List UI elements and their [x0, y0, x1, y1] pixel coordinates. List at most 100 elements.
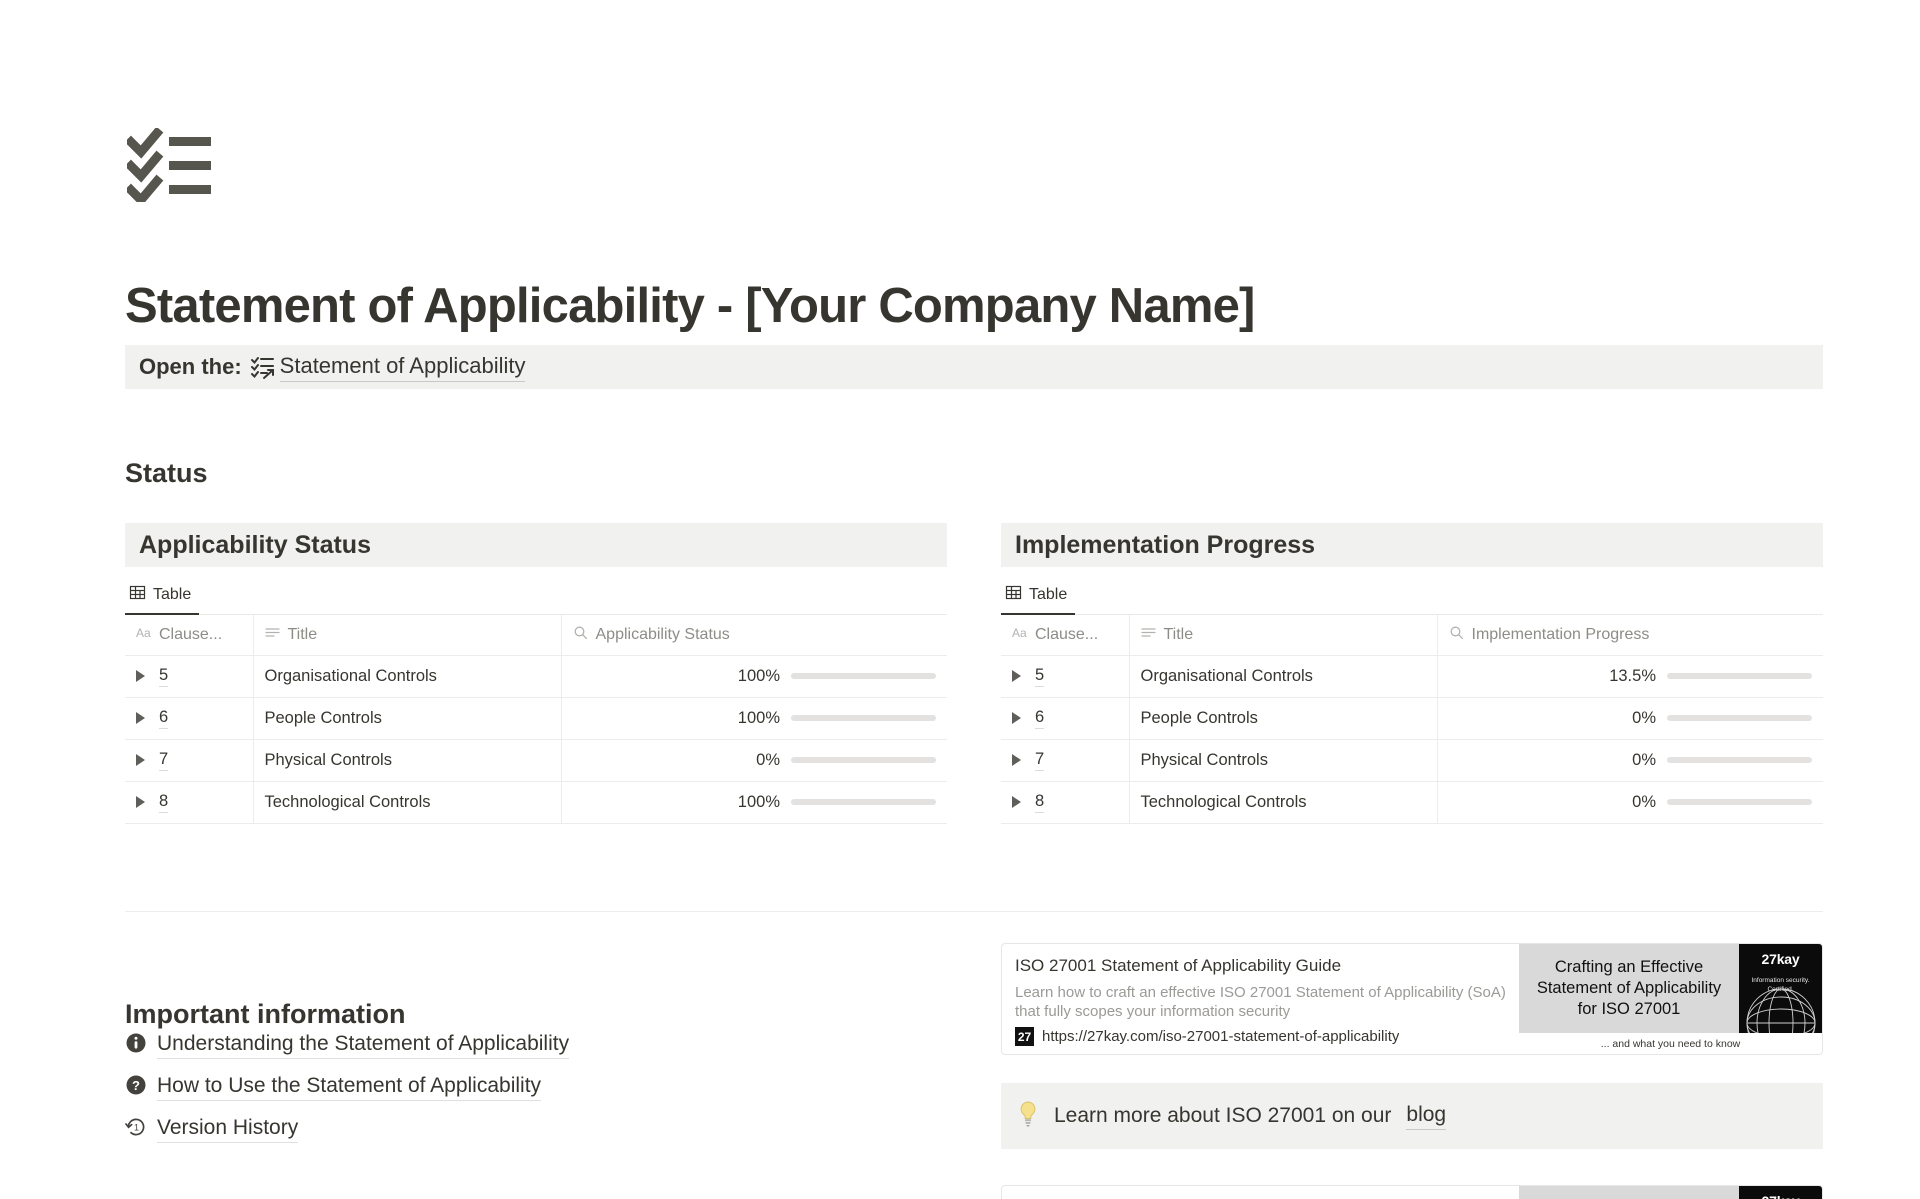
column-header-title[interactable]: Title: [253, 615, 561, 655]
expand-row-icon[interactable]: [1012, 670, 1021, 682]
column-header-clause[interactable]: Aa Clause...: [1001, 615, 1129, 655]
cell-title[interactable]: People Controls: [253, 697, 561, 739]
progress-percent: 100%: [573, 793, 781, 812]
expand-row-icon[interactable]: [136, 796, 145, 808]
soa-link[interactable]: Statement of Applicability: [280, 353, 526, 382]
link-understanding-soa[interactable]: Understanding the Statement of Applicabi…: [125, 1024, 825, 1066]
bookmark-info: ISO 27001 Statement of Applicability Gui…: [1002, 944, 1519, 1054]
cell-title[interactable]: Physical Controls: [1129, 739, 1437, 781]
clause-number[interactable]: 5: [1035, 666, 1044, 687]
database-view-tabs: Table: [125, 577, 947, 615]
expand-row-icon[interactable]: [1012, 754, 1021, 766]
table-icon: [129, 584, 146, 606]
expand-row-icon[interactable]: [1012, 712, 1021, 724]
cell-title[interactable]: Physical Controls: [253, 739, 561, 781]
table-row[interactable]: 6 People Controls 0%: [1001, 697, 1823, 739]
soa-link-icon: [250, 354, 276, 380]
bookmark-thumbnail: ISO 27001 27kay Information security. Ce…: [1519, 1186, 1822, 1199]
tab-table[interactable]: Table: [125, 584, 199, 615]
cell-clause[interactable]: 8: [125, 781, 253, 823]
implementation-progress-table: Aa Clause...: [1001, 615, 1823, 824]
cell-clause[interactable]: 5: [125, 655, 253, 697]
thumbnail-footer: ... and what you need to know: [1519, 1033, 1822, 1054]
column-header-title[interactable]: Title: [1129, 615, 1437, 655]
link-how-to-use-soa[interactable]: ? How to Use the Statement of Applicabil…: [125, 1066, 825, 1108]
clause-number[interactable]: 5: [159, 666, 168, 687]
column-header-clause[interactable]: Aa Clause...: [125, 615, 253, 655]
table-row[interactable]: 5 Organisational Controls 13.5%: [1001, 655, 1823, 697]
svg-text:1: 1: [134, 1122, 139, 1132]
status-heading: Status: [125, 458, 208, 489]
progress-bar: [1667, 799, 1812, 805]
cell-progress[interactable]: 100%: [561, 697, 947, 739]
svg-text:?: ?: [132, 1078, 140, 1093]
cell-progress[interactable]: 0%: [561, 739, 947, 781]
bookmark-thumbnail: Crafting an Effective Statement of Appli…: [1519, 944, 1822, 1054]
favicon-27kay-icon: 27: [1015, 1027, 1034, 1046]
expand-row-icon[interactable]: [136, 754, 145, 766]
table-row[interactable]: 8 Technological Controls 0%: [1001, 781, 1823, 823]
tab-label: Table: [1029, 586, 1067, 604]
table-row[interactable]: 6 People Controls 100%: [125, 697, 947, 739]
column-header-applicability-status[interactable]: Applicability Status: [561, 615, 947, 655]
clause-number[interactable]: 8: [1035, 792, 1044, 813]
cell-progress[interactable]: 100%: [561, 781, 947, 823]
bookmark-title: ISO 27001 Statement of Applicability Gui…: [1015, 955, 1506, 977]
bookmark-url-row: 27 https://27kay.com/iso-27001-statement…: [1015, 1027, 1506, 1046]
expand-row-icon[interactable]: [136, 712, 145, 724]
clause-number[interactable]: 7: [159, 750, 168, 771]
cell-clause[interactable]: 6: [1001, 697, 1129, 739]
thumbnail-brand-panel: 27kay Information security. Certified.: [1739, 944, 1822, 1033]
column-header-implementation-progress[interactable]: Implementation Progress: [1437, 615, 1823, 655]
table-row[interactable]: 5 Organisational Controls 100%: [125, 655, 947, 697]
cell-progress[interactable]: 0%: [1437, 697, 1823, 739]
cell-progress[interactable]: 0%: [1437, 781, 1823, 823]
column-label: Applicability Status: [596, 626, 730, 644]
cell-clause[interactable]: 5: [1001, 655, 1129, 697]
expand-row-icon[interactable]: [1012, 796, 1021, 808]
table-row[interactable]: 8 Technological Controls 100%: [125, 781, 947, 823]
tab-label: Table: [153, 586, 191, 604]
soa-guide-bookmark[interactable]: ISO 27001 Statement of Applicability Gui…: [1001, 943, 1823, 1055]
cell-clause[interactable]: 7: [1001, 739, 1129, 781]
cell-title[interactable]: People Controls: [1129, 697, 1437, 739]
globe-icon: [1741, 983, 1821, 1033]
cell-title[interactable]: Technological Controls: [1129, 781, 1437, 823]
link-label[interactable]: How to Use the Statement of Applicabilit…: [157, 1074, 541, 1101]
progress-bar: [791, 715, 936, 721]
table-row[interactable]: 7 Physical Controls 0%: [1001, 739, 1823, 781]
text-type-icon: Aa: [136, 626, 151, 644]
link-version-history[interactable]: 1 Version History: [125, 1108, 825, 1150]
version-history-icon: 1: [125, 1116, 147, 1143]
clause-number[interactable]: 7: [1035, 750, 1044, 771]
svg-text:Aa: Aa: [1012, 626, 1027, 639]
cell-title[interactable]: Organisational Controls: [1129, 655, 1437, 697]
expand-row-icon[interactable]: [136, 670, 145, 682]
bookmark-info: 27kay - Bespoke ISO 27001 Solutions 27: [1002, 1186, 1519, 1199]
open-soa-callout: Open the: Statement of Applicability: [125, 345, 1823, 389]
cell-progress[interactable]: 13.5%: [1437, 655, 1823, 697]
clause-number[interactable]: 6: [1035, 708, 1044, 729]
clause-number[interactable]: 8: [159, 792, 168, 813]
cell-title[interactable]: Organisational Controls: [253, 655, 561, 697]
cell-clause[interactable]: 8: [1001, 781, 1129, 823]
column-label: Clause...: [159, 626, 222, 644]
section-divider: [125, 911, 1823, 912]
progress-percent: 100%: [573, 709, 781, 728]
blog-link[interactable]: blog: [1406, 1103, 1446, 1130]
link-label[interactable]: Understanding the Statement of Applicabi…: [157, 1032, 569, 1059]
table-row[interactable]: 7 Physical Controls 0%: [125, 739, 947, 781]
link-label[interactable]: Version History: [157, 1116, 298, 1143]
checklist-icon[interactable]: [127, 128, 213, 202]
cell-clause[interactable]: 7: [125, 739, 253, 781]
important-information-links: Understanding the Statement of Applicabi…: [125, 1024, 825, 1150]
cell-progress[interactable]: 100%: [561, 655, 947, 697]
cell-title[interactable]: Technological Controls: [253, 781, 561, 823]
database-view-tabs: Table: [1001, 577, 1823, 615]
question-mark-icon: ?: [125, 1074, 147, 1101]
clause-number[interactable]: 6: [159, 708, 168, 729]
tab-table[interactable]: Table: [1001, 584, 1075, 615]
27kay-solutions-bookmark[interactable]: 27kay - Bespoke ISO 27001 Solutions 27 I…: [1001, 1185, 1823, 1199]
cell-clause[interactable]: 6: [125, 697, 253, 739]
cell-progress[interactable]: 0%: [1437, 739, 1823, 781]
